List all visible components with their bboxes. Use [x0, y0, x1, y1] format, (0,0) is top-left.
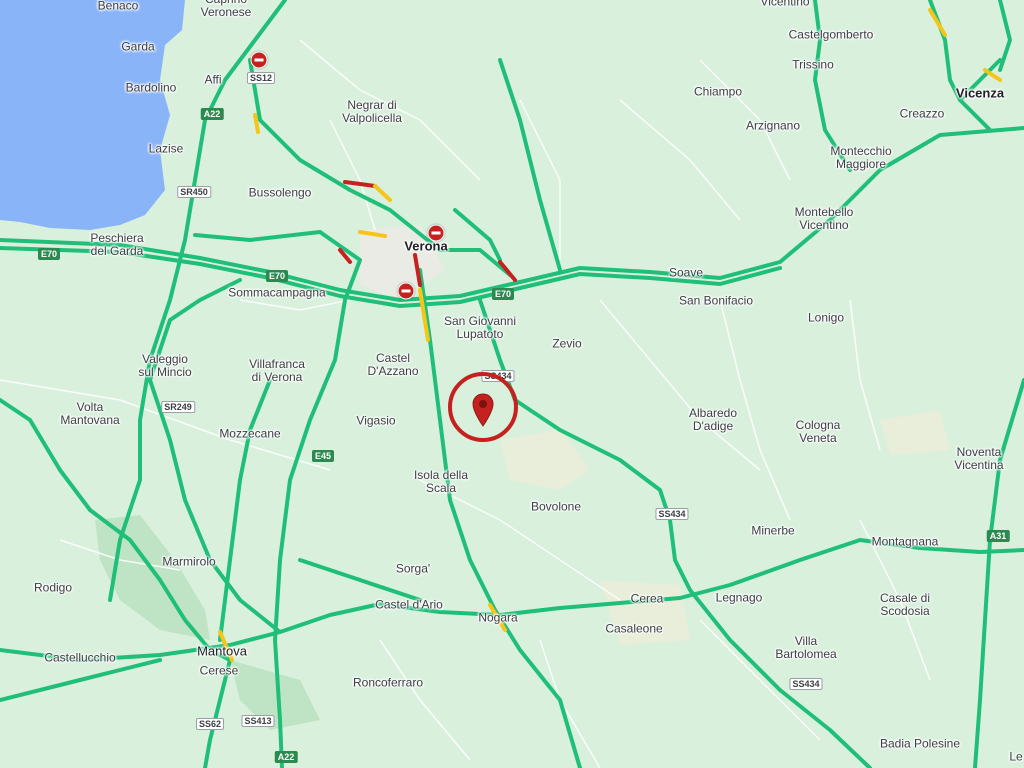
- place-label[interactable]: Garda: [121, 40, 154, 54]
- road-shield: SS12: [246, 72, 276, 84]
- place-label[interactable]: Chiampo: [694, 85, 742, 99]
- lake-garda: [0, 0, 185, 230]
- place-label[interactable]: Le: [1009, 750, 1022, 764]
- place-label[interactable]: Vicentino: [760, 0, 809, 9]
- place-label[interactable]: Volta Mantovana: [60, 401, 119, 427]
- place-label[interactable]: Sorga': [396, 562, 430, 576]
- road-shield: E70: [491, 288, 515, 300]
- place-label[interactable]: Bardolino: [126, 81, 177, 95]
- place-label[interactable]: Castel D'Azzano: [368, 352, 419, 378]
- place-label[interactable]: Negrar di Valpolicella: [342, 99, 402, 125]
- place-label[interactable]: Roncoferraro: [353, 676, 423, 690]
- place-label[interactable]: Trissino: [792, 58, 834, 72]
- place-label[interactable]: Albaredo D'adige: [689, 407, 737, 433]
- road-shield: A31: [986, 530, 1010, 542]
- urban-area: [880, 410, 950, 455]
- place-label[interactable]: Zevio: [552, 337, 581, 351]
- place-label[interactable]: Castel d'Ario: [375, 598, 443, 612]
- place-label[interactable]: Castelgomberto: [789, 28, 874, 42]
- place-label[interactable]: Villa Bartolomea: [775, 635, 836, 661]
- road-shield: A22: [200, 108, 224, 120]
- place-label[interactable]: Peschiera del Garda: [90, 232, 143, 258]
- place-label[interactable]: Noventa Vicentina: [954, 446, 1003, 472]
- place-label[interactable]: San Giovanni Lupatoto: [444, 315, 516, 341]
- map-base-layer: [0, 0, 1024, 768]
- place-label[interactable]: Arzignano: [746, 119, 800, 133]
- road-shield: E70: [37, 248, 61, 260]
- place-label[interactable]: Nogara: [478, 611, 517, 625]
- place-label[interactable]: Sommacampagna: [228, 286, 325, 300]
- place-label[interactable]: San Bonifacio: [679, 294, 753, 308]
- road-shield: SS413: [241, 715, 275, 727]
- road-shield: A22: [274, 751, 298, 763]
- place-label[interactable]: Castellucchio: [44, 651, 115, 665]
- place-label[interactable]: Valeggio sul Mincio: [138, 353, 191, 379]
- place-label[interactable]: Benaco: [98, 0, 139, 13]
- road-shield: E45: [311, 450, 335, 462]
- place-label[interactable]: Cologna Veneta: [796, 419, 841, 445]
- no-entry-icon[interactable]: [397, 282, 415, 300]
- place-label[interactable]: Bussolengo: [249, 186, 312, 200]
- road-shield: E70: [265, 270, 289, 282]
- place-label[interactable]: Minerbe: [751, 524, 794, 538]
- place-label[interactable]: Affi: [204, 73, 221, 87]
- place-label[interactable]: Lazise: [149, 142, 184, 156]
- map-pin-icon[interactable]: [472, 393, 494, 427]
- place-label[interactable]: Montebello Vicentino: [795, 206, 854, 232]
- place-label[interactable]: Casaleone: [605, 622, 662, 636]
- road-shield: SS62: [195, 718, 225, 730]
- place-label[interactable]: Legnago: [716, 591, 763, 605]
- place-label[interactable]: Mozzecane: [219, 427, 280, 441]
- road-shield: SS434: [655, 508, 689, 520]
- place-label[interactable]: Montecchio Maggiore: [830, 145, 891, 171]
- place-label[interactable]: Montagnana: [872, 535, 939, 549]
- no-entry-icon[interactable]: [427, 224, 445, 242]
- place-label[interactable]: Caprino Veronese: [201, 0, 252, 19]
- place-label[interactable]: Badia Polesine: [880, 737, 960, 751]
- road-shield: SS434: [789, 678, 823, 690]
- place-label[interactable]: Casale di Scodosia: [880, 592, 930, 618]
- road-shield: SR450: [177, 186, 211, 198]
- place-label[interactable]: Rodigo: [34, 581, 72, 595]
- road-shield: SR249: [161, 401, 195, 413]
- place-label[interactable]: Verona: [404, 240, 447, 253]
- place-label[interactable]: Cerese: [200, 664, 239, 678]
- place-label[interactable]: Creazzo: [900, 107, 945, 121]
- no-entry-icon[interactable]: [250, 51, 268, 69]
- place-label[interactable]: Marmirolo: [162, 555, 215, 569]
- place-label[interactable]: Lonigo: [808, 311, 844, 325]
- place-label[interactable]: Vigasio: [356, 414, 395, 428]
- place-label[interactable]: Soave: [669, 266, 703, 280]
- place-label[interactable]: Isola della Scala: [414, 469, 468, 495]
- place-label[interactable]: Villafranca di Verona: [249, 358, 305, 384]
- place-label[interactable]: Bovolone: [531, 500, 581, 514]
- place-label[interactable]: Vicenza: [956, 87, 1004, 100]
- place-label[interactable]: Cerea: [631, 592, 664, 606]
- map-canvas[interactable]: Benaco Caprino Veronese Garda Affi Bardolino…: [0, 0, 1024, 768]
- place-label[interactable]: Mantova: [197, 645, 247, 658]
